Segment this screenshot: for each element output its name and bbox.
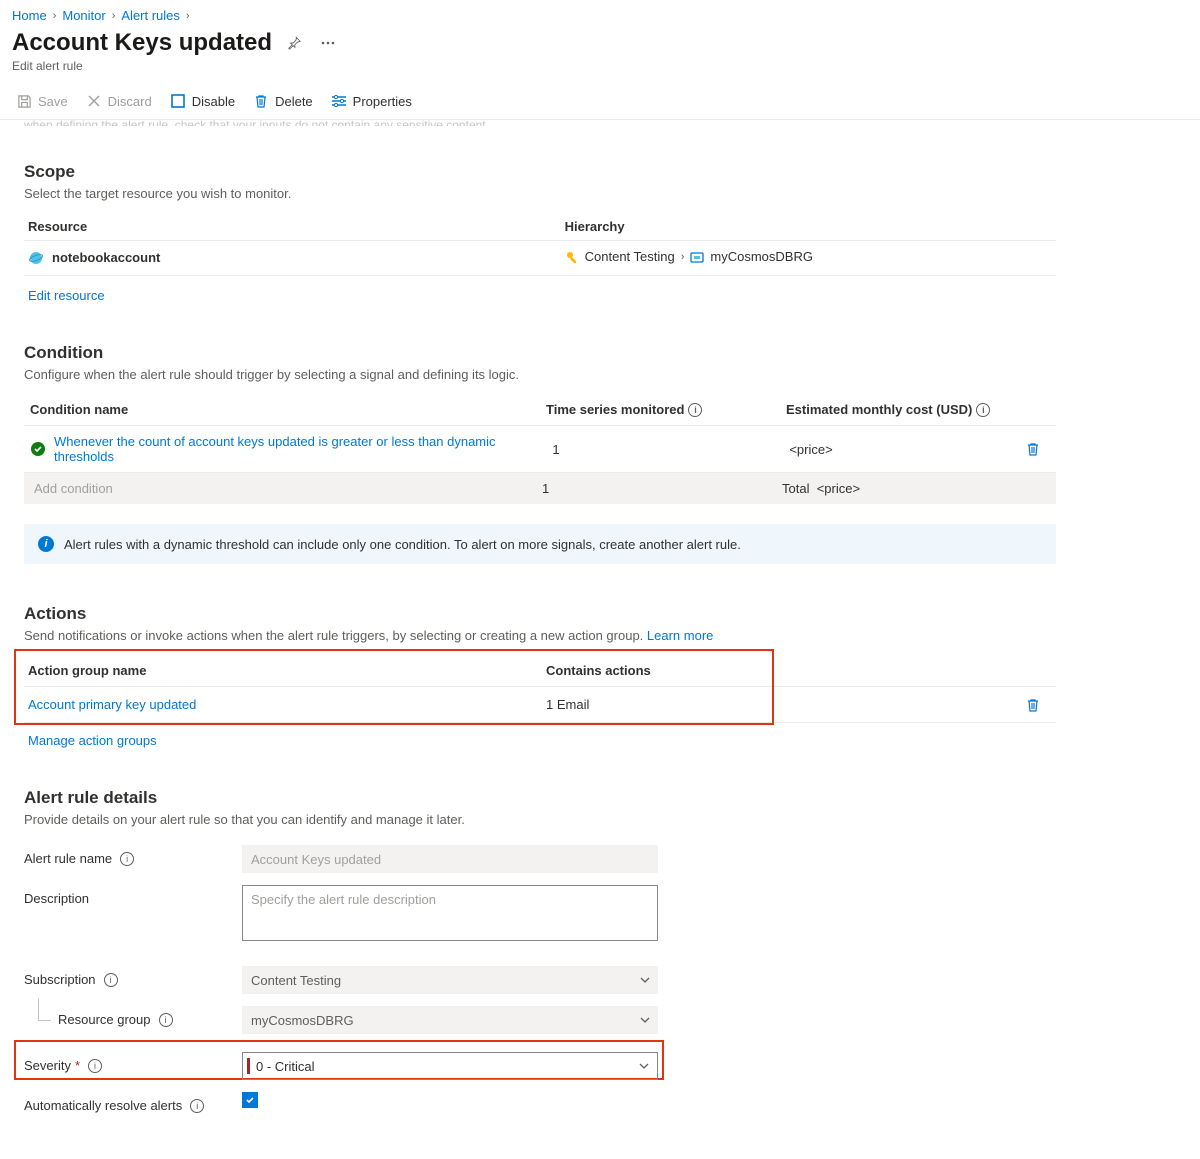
scope-row: notebookaccount Content Testing › — [24, 241, 1056, 276]
actions-desc: Send notifications or invoke actions whe… — [24, 628, 1056, 643]
toolbar: Save Discard Disable Delete Properties — [0, 83, 1200, 120]
trash-icon — [253, 93, 269, 109]
learn-more-link[interactable]: Learn more — [647, 628, 713, 643]
page-title: Account Keys updated — [12, 29, 272, 57]
label-severity: Severity — [24, 1058, 71, 1073]
disable-button[interactable]: Disable — [162, 89, 243, 113]
label-resource-group: Resource group — [58, 1012, 151, 1027]
scope-section: Scope Select the target resource you wis… — [24, 162, 1056, 303]
add-condition-row: Add condition 1 Total <price> — [24, 473, 1056, 504]
resource-group-icon — [690, 250, 704, 264]
chevron-right-icon: › — [53, 10, 57, 22]
action-group-link[interactable]: Account primary key updated — [28, 697, 196, 712]
condition-col-cost: Estimated monthly cost (USD)i — [786, 402, 1026, 418]
breadcrumb-alert-rules[interactable]: Alert rules — [121, 8, 180, 23]
auto-resolve-checkbox[interactable] — [242, 1092, 258, 1108]
chevron-down-icon — [640, 1017, 650, 1023]
trash-icon[interactable] — [1026, 442, 1048, 456]
info-icon: i — [38, 536, 54, 552]
chevron-right-icon: › — [186, 10, 190, 22]
severity-color-bar — [247, 1058, 250, 1074]
label-description: Description — [24, 891, 89, 906]
alert-rule-name-input — [242, 845, 658, 873]
delete-button[interactable]: Delete — [245, 89, 321, 113]
properties-button[interactable]: Properties — [323, 89, 420, 113]
actions-col-name: Action group name — [24, 663, 546, 678]
save-icon — [16, 93, 32, 109]
properties-icon — [331, 93, 347, 109]
info-icon[interactable]: i — [159, 1013, 173, 1027]
trash-icon[interactable] — [1026, 698, 1048, 712]
condition-name-link[interactable]: Whenever the count of account keys updat… — [54, 434, 552, 464]
actions-row: Account primary key updated 1 Email — [24, 687, 1056, 723]
info-icon[interactable]: i — [976, 403, 990, 417]
info-icon[interactable]: i — [120, 852, 134, 866]
description-input[interactable] — [242, 885, 658, 941]
condition-section: Condition Configure when the alert rule … — [24, 343, 1056, 565]
save-button[interactable]: Save — [8, 89, 76, 113]
label-auto-resolve: Automatically resolve alerts — [24, 1098, 182, 1113]
truncated-text: when defining the alert rule, check that… — [0, 118, 1200, 126]
info-icon[interactable]: i — [190, 1099, 204, 1113]
subscription-select: Content Testing — [242, 966, 658, 994]
info-banner: i Alert rules with a dynamic threshold c… — [24, 524, 1056, 564]
condition-row: Whenever the count of account keys updat… — [24, 426, 1056, 473]
scope-col-hierarchy: Hierarchy — [561, 213, 1056, 241]
hierarchy-subscription: Content Testing — [585, 249, 675, 264]
details-heading: Alert rule details — [24, 788, 1056, 808]
condition-col-ts: Time series monitoredi — [546, 402, 786, 418]
check-circle-icon — [30, 441, 46, 457]
actions-section: Actions Send notifications or invoke act… — [24, 604, 1056, 748]
scope-col-resource: Resource — [24, 213, 561, 241]
breadcrumb-home[interactable]: Home — [12, 8, 47, 23]
resource-group-select: myCosmosDBRG — [242, 1006, 658, 1034]
breadcrumb: Home › Monitor › Alert rules › — [0, 0, 1200, 27]
scope-heading: Scope — [24, 162, 1056, 182]
condition-col-name: Condition name — [24, 402, 546, 417]
details-desc: Provide details on your alert rule so th… — [24, 812, 1056, 827]
details-section: Alert rule details Provide details on yo… — [24, 788, 1056, 1119]
cosmos-db-icon — [28, 250, 44, 266]
info-icon[interactable]: i — [688, 403, 702, 417]
condition-heading: Condition — [24, 343, 1056, 363]
manage-action-groups-link[interactable]: Manage action groups — [28, 733, 157, 748]
chevron-down-icon — [639, 1063, 649, 1069]
close-icon — [86, 93, 102, 109]
condition-row-ts: 1 — [552, 442, 789, 457]
label-subscription: Subscription — [24, 972, 96, 987]
scope-resource-name: notebookaccount — [52, 250, 160, 265]
checkbox-empty-icon — [170, 93, 186, 109]
label-alert-rule-name: Alert rule name — [24, 851, 112, 866]
key-icon — [565, 250, 579, 264]
page-subtitle: Edit alert rule — [0, 57, 1200, 83]
edit-resource-link[interactable]: Edit resource — [28, 288, 105, 303]
actions-heading: Actions — [24, 604, 1056, 624]
chevron-down-icon — [640, 977, 650, 983]
pin-icon[interactable] — [282, 31, 306, 55]
discard-button[interactable]: Discard — [78, 89, 160, 113]
chevron-right-icon: › — [681, 251, 685, 263]
actions-col-contains: Contains actions — [546, 663, 1026, 678]
more-icon[interactable] — [316, 31, 340, 55]
severity-select[interactable]: 0 - Critical — [242, 1052, 658, 1080]
hierarchy-rg: myCosmosDBRG — [710, 249, 813, 264]
actions-row-contains: 1 Email — [546, 697, 1026, 712]
scope-desc: Select the target resource you wish to m… — [24, 186, 1056, 201]
info-icon[interactable]: i — [88, 1059, 102, 1073]
info-icon[interactable]: i — [104, 973, 118, 987]
breadcrumb-monitor[interactable]: Monitor — [62, 8, 105, 23]
chevron-right-icon: › — [112, 10, 116, 22]
condition-desc: Configure when the alert rule should tri… — [24, 367, 1056, 382]
condition-row-cost: <price> — [789, 442, 1026, 457]
